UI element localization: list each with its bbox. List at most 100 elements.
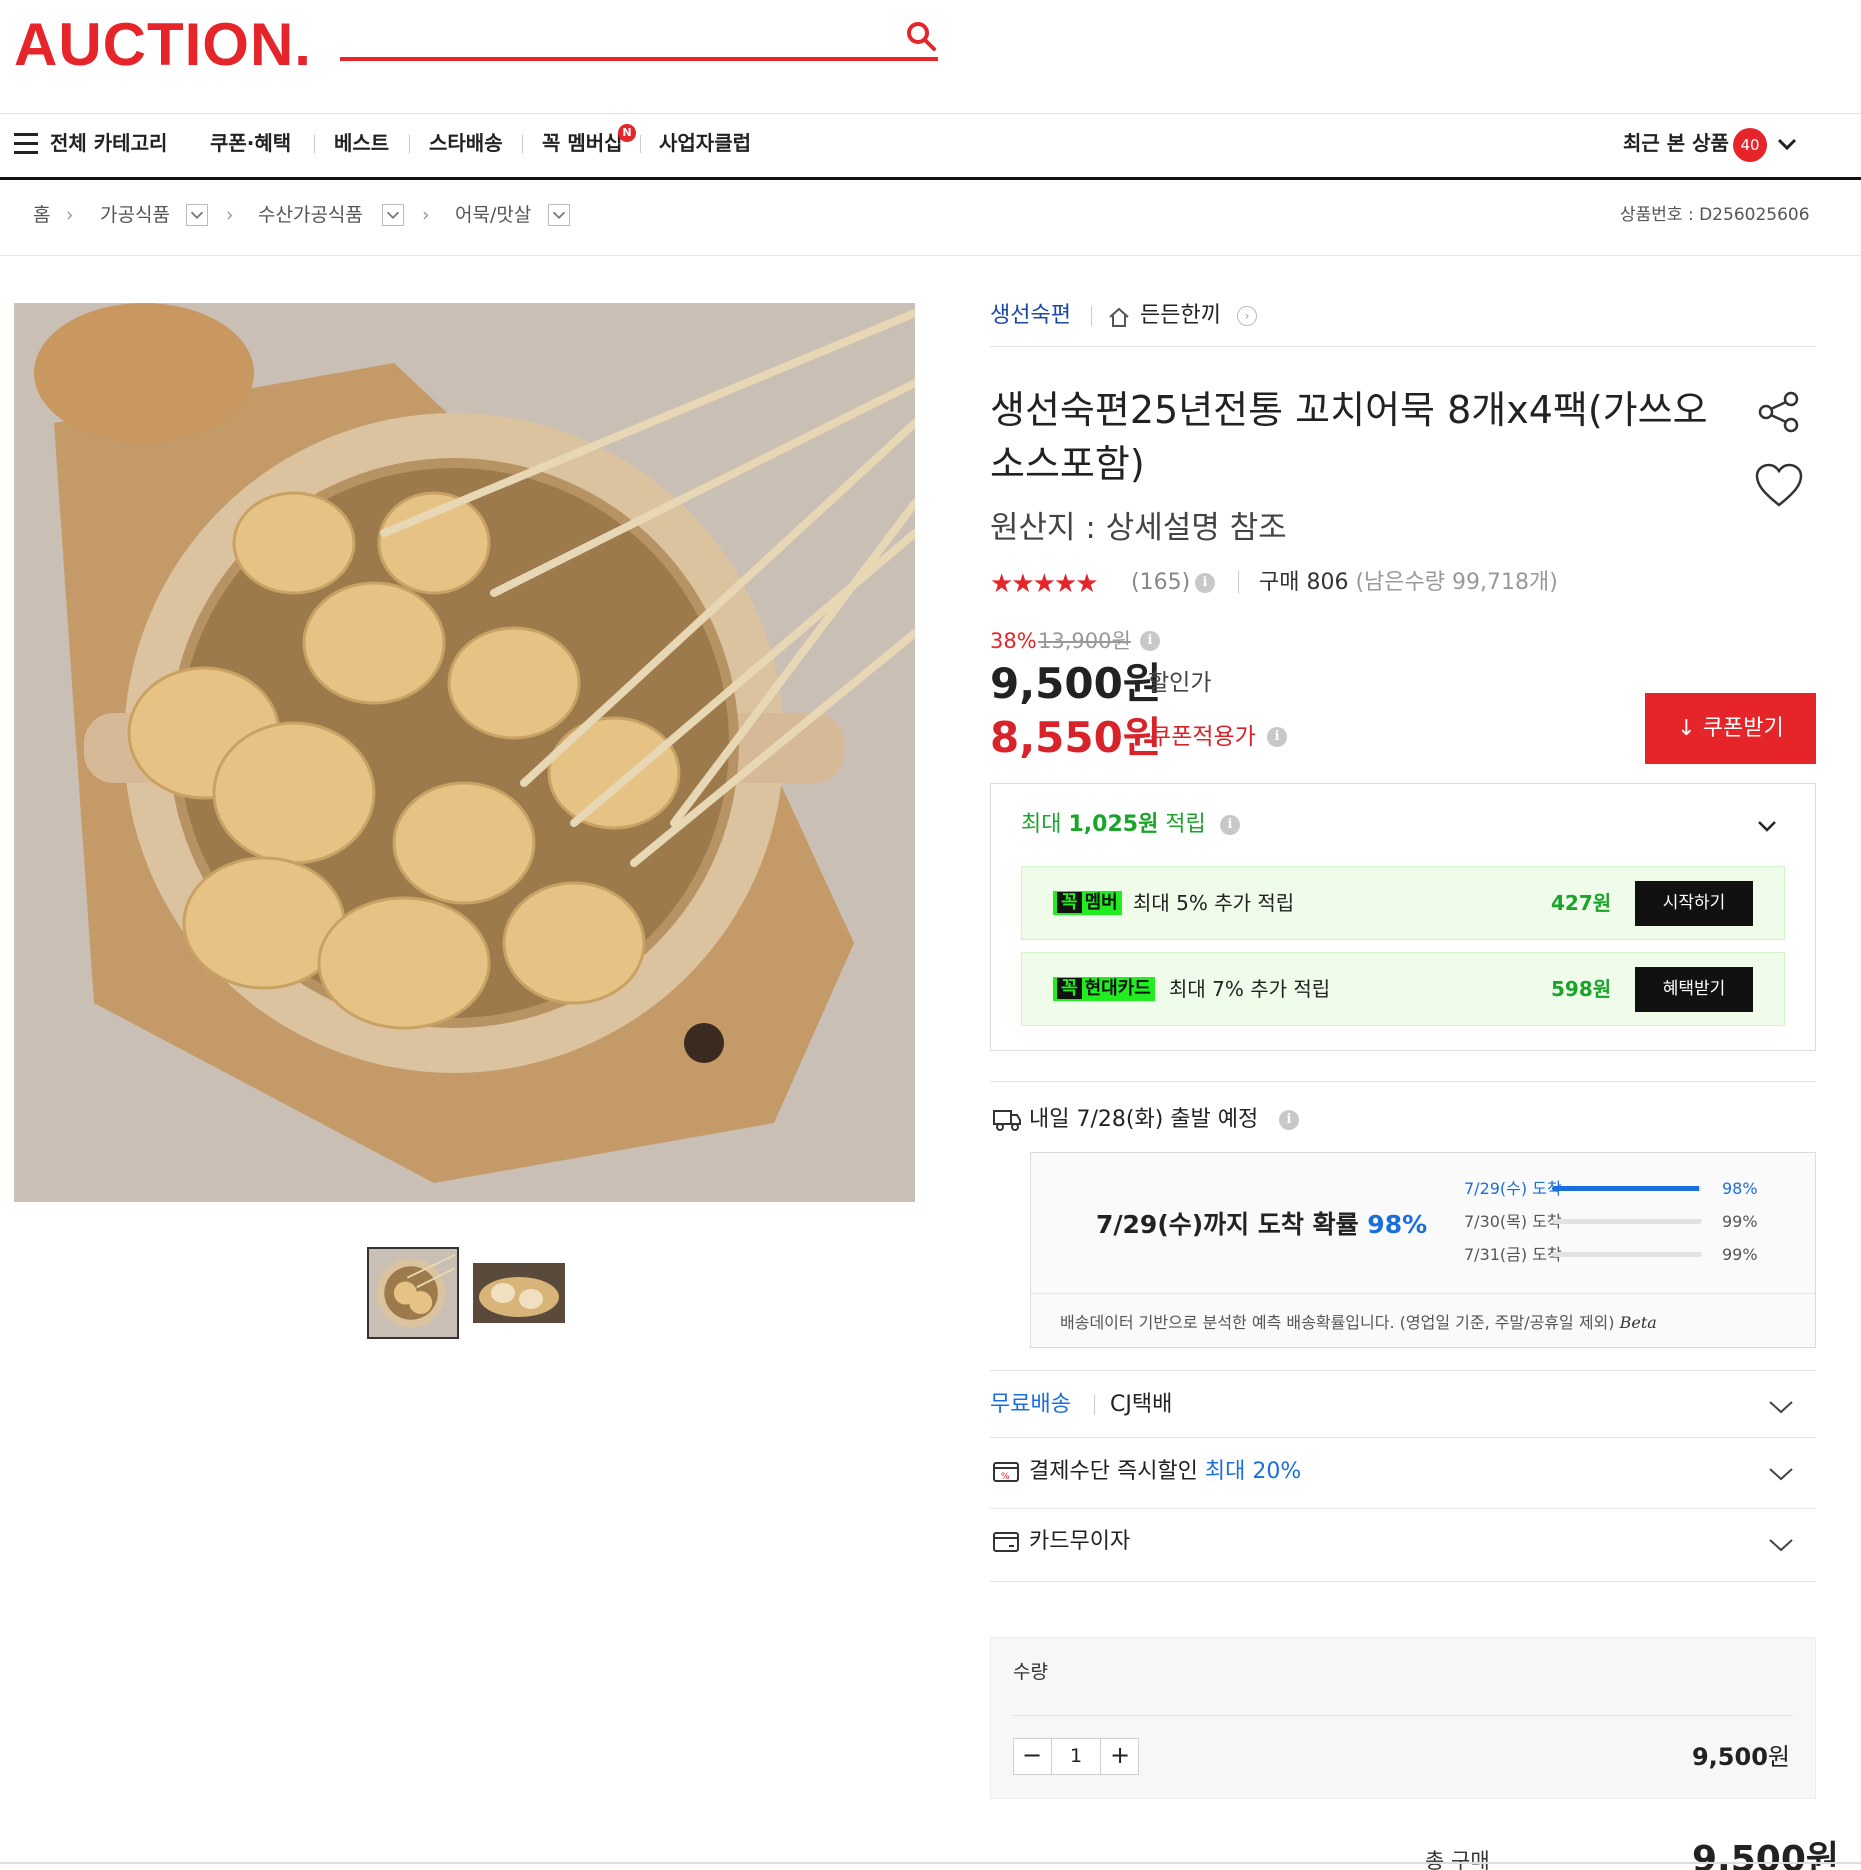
free-shipping-label: 무료배송 (990, 1392, 1071, 1417)
get-card-benefit-button[interactable]: 혜택받기 (1635, 967, 1753, 1012)
shipping-separator (1094, 1395, 1095, 1415)
membership-new-badge: N (618, 124, 636, 142)
menu-icon[interactable] (14, 133, 38, 155)
search-input[interactable] (340, 57, 938, 61)
dropdown-icon[interactable] (382, 204, 404, 226)
original-price: 13,900원 (1038, 629, 1131, 653)
nav-business-club[interactable]: 사업자클럽 (659, 128, 751, 158)
arrival-row-percent: 98% (1722, 1179, 1758, 1198)
nav-star-delivery[interactable]: 스타배송 (429, 128, 503, 158)
nav-coupon[interactable]: 쿠폰·혜택 (210, 128, 291, 158)
remaining-stock: (남은수량 99,718개) (1355, 570, 1558, 595)
meta-separator (1238, 571, 1239, 593)
chevron-right-icon[interactable]: › (1237, 306, 1257, 326)
departure-estimate: 내일 7/28(화) 출발 예정 (1029, 1107, 1259, 1132)
quantity-input[interactable]: 1 (1051, 1738, 1101, 1775)
store-name[interactable]: 든든한끼 (1140, 300, 1221, 332)
arrival-row-label: 7/31(금) 도착 (1464, 1245, 1562, 1264)
breadcrumb-seafood[interactable]: 수산가공식품 (258, 201, 363, 229)
membership-benefit-text: 최대 5% 추가 적립 (1133, 891, 1295, 915)
arrival-row-label: 7/29(수) 도착 (1464, 1179, 1562, 1198)
svg-text:%: % (1001, 1472, 1010, 1482)
search-icon[interactable] (905, 20, 937, 52)
product-main-image (14, 303, 915, 1202)
recent-items-count[interactable]: 40 (1733, 128, 1767, 162)
breadcrumb-home[interactable]: 홈 (33, 201, 50, 229)
breadcrumb-fishcake[interactable]: 어묵/맛살 (455, 201, 531, 229)
divider (990, 1581, 1816, 1582)
chevron-down-icon[interactable] (1755, 814, 1779, 838)
arrival-row-percent: 99% (1722, 1245, 1758, 1264)
chevron-down-icon[interactable] (1767, 1464, 1795, 1484)
nav-membership[interactable]: 꼭 멤버십 (542, 128, 623, 158)
quantity-price: 9,500원 (1691, 1743, 1790, 1771)
instant-discount-row[interactable]: 결제수단 즉시할인 최대 20% (1029, 1456, 1301, 1488)
membership-logo: 꼭 멤버 (1053, 891, 1122, 915)
discount-card-icon: % (993, 1462, 1019, 1482)
get-coupon-button[interactable]: ↓ 쿠폰받기 (1645, 693, 1816, 764)
arrival-row-label: 7/30(목) 도착 (1464, 1212, 1562, 1231)
nav-separator (522, 135, 523, 153)
arrival-row-percent: 99% (1722, 1212, 1758, 1231)
info-icon[interactable]: i (1195, 573, 1215, 593)
nav-separator (314, 135, 315, 153)
auction-logo[interactable]: AUCTION. (14, 10, 312, 80)
chevron-down-icon[interactable] (1767, 1397, 1795, 1417)
coupon-price: 8,550원 (990, 713, 1162, 762)
card-benefit-text: 최대 7% 추가 적립 (1169, 977, 1331, 1001)
total-label: 총 구매 (1425, 1849, 1490, 1870)
origin-info: 원산지 : 상세설명 참조 (990, 510, 1287, 546)
courier-name: CJ택배 (1110, 1392, 1173, 1417)
home-icon (1109, 307, 1129, 327)
arrival-probability-summary: 7/29(수)까지 도착 확률 98% (1096, 1210, 1428, 1239)
points-title[interactable]: 최대 1,025원 적립 (1021, 809, 1206, 841)
decrease-quantity-button[interactable]: − (1013, 1738, 1051, 1775)
nav-all-categories[interactable]: 전체 카테고리 (50, 128, 167, 158)
seller-name[interactable]: 생선숙편 (990, 300, 1071, 332)
divider (1013, 1715, 1793, 1716)
info-icon[interactable]: i (1267, 727, 1287, 747)
breadcrumb-divider (0, 255, 1861, 256)
breadcrumb-processed-food[interactable]: 가공식품 (100, 201, 170, 229)
review-count[interactable]: (165) (1131, 566, 1190, 600)
arrival-row-bar (1552, 1219, 1702, 1224)
installment-row[interactable]: 카드무이자 (1029, 1526, 1130, 1558)
share-icon[interactable] (1756, 389, 1802, 435)
divider (990, 1437, 1816, 1438)
nav-separator (409, 135, 410, 153)
dropdown-icon[interactable] (548, 204, 570, 226)
chevron-right-icon: › (66, 204, 74, 226)
divider (990, 1370, 1816, 1371)
sale-price-label: 할인가 (1148, 670, 1212, 696)
info-icon[interactable]: i (1220, 815, 1240, 835)
increase-quantity-button[interactable]: + (1101, 1738, 1139, 1775)
discount-rate: 38% (990, 629, 1037, 653)
nav-best[interactable]: 베스트 (334, 128, 389, 158)
heart-icon[interactable] (1754, 463, 1804, 509)
info-icon[interactable]: i (1279, 1110, 1299, 1130)
bottom-divider (0, 1862, 1861, 1864)
arrival-row-bar (1552, 1252, 1702, 1257)
product-thumbnail[interactable] (473, 1247, 565, 1339)
info-icon[interactable]: i (1140, 631, 1160, 651)
recent-items-label[interactable]: 최근 본 상품 (1623, 128, 1729, 158)
nav-separator (640, 135, 641, 153)
total-price: 9,500원 (1692, 1839, 1839, 1870)
coupon-price-label: 쿠폰적용가 (1150, 724, 1256, 750)
sale-price: 9,500원 (990, 659, 1162, 708)
product-number: 상품번호 : D256025606 (1620, 205, 1810, 225)
purchase-label: 구매 806 (1259, 570, 1349, 595)
start-membership-button[interactable]: 시작하기 (1635, 881, 1753, 926)
dropdown-icon[interactable] (186, 204, 208, 226)
product-thumbnail[interactable] (367, 1247, 459, 1339)
chevron-down-icon[interactable] (1767, 1535, 1795, 1555)
divider (990, 346, 1816, 347)
arrival-row-bar (1552, 1186, 1702, 1191)
truck-icon (993, 1110, 1021, 1131)
chevron-right-icon: › (226, 204, 234, 226)
chevron-down-icon[interactable] (1775, 132, 1799, 156)
divider (1031, 1293, 1815, 1294)
seller-separator (1091, 306, 1092, 326)
chevron-right-icon: › (422, 204, 430, 226)
header-divider (0, 113, 1861, 114)
